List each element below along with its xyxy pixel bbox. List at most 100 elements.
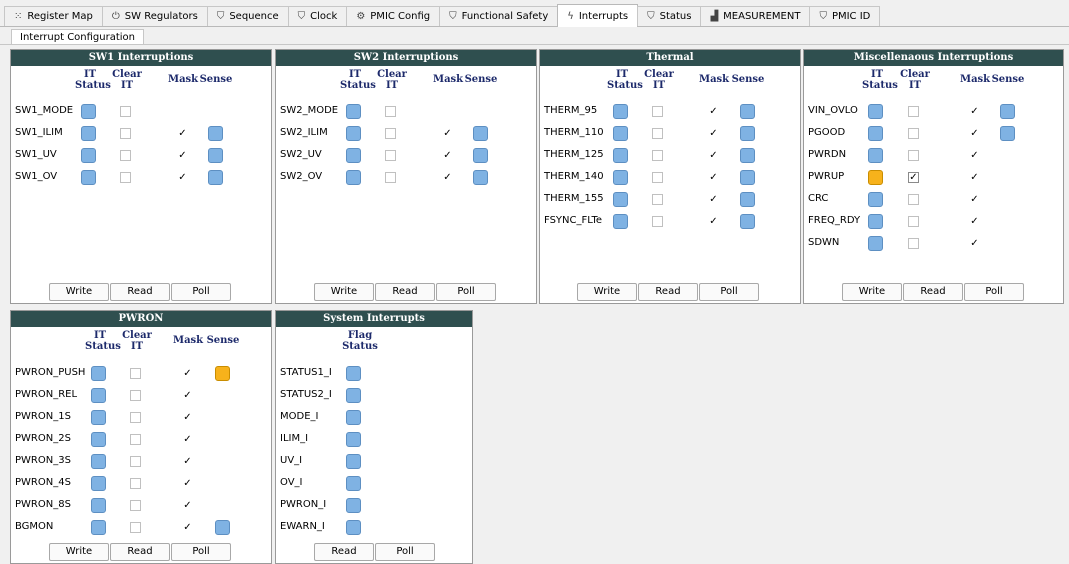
clear-it-checkbox[interactable]: ✓	[908, 172, 919, 183]
read-button[interactable]: Read	[375, 283, 435, 301]
mask-checkbox[interactable]: ✓	[182, 412, 193, 423]
flag-status-indicator	[346, 432, 361, 447]
mask-checkbox[interactable]: ✓	[708, 172, 719, 183]
clear-it-checkbox[interactable]	[652, 106, 663, 117]
clear-it-checkbox[interactable]	[130, 478, 141, 489]
mask-checkbox[interactable]: ✓	[708, 150, 719, 161]
interrupt-row-sw1-uv: SW1_UV ✓	[11, 146, 271, 166]
mask-checkbox[interactable]: ✓	[182, 522, 193, 533]
mask-checkbox[interactable]: ✓	[708, 194, 719, 205]
tab-pmic-id[interactable]: ⛉ PMIC ID	[809, 6, 881, 26]
write-button[interactable]: Write	[314, 283, 374, 301]
mask-checkbox[interactable]: ✓	[182, 478, 193, 489]
mask-checkbox[interactable]: ✓	[182, 390, 193, 401]
mask-checkbox[interactable]: ✓	[969, 216, 980, 227]
clear-it-checkbox[interactable]	[385, 150, 396, 161]
tab-sequence[interactable]: ⛉ Sequence	[206, 6, 289, 26]
mask-checkbox[interactable]: ✓	[969, 150, 980, 161]
write-button[interactable]: Write	[49, 543, 109, 561]
mask-checkbox[interactable]: ✓	[442, 128, 453, 139]
mask-checkbox[interactable]: ✓	[182, 456, 193, 467]
mask-checkbox[interactable]: ✓	[177, 172, 188, 183]
mask-checkbox[interactable]: ✓	[182, 434, 193, 445]
interrupt-row-sw2-mode: SW2_MODE	[276, 102, 536, 122]
poll-button[interactable]: Poll	[375, 543, 435, 561]
clear-it-checkbox[interactable]	[120, 128, 131, 139]
interrupt-label: THERM_125	[544, 149, 604, 160]
write-button[interactable]: Write	[842, 283, 902, 301]
column-header-sense: Sense	[731, 74, 765, 85]
clear-it-checkbox[interactable]	[130, 434, 141, 445]
clear-it-checkbox[interactable]	[652, 150, 663, 161]
mask-checkbox[interactable]: ✓	[969, 172, 980, 183]
mask-checkbox[interactable]: ✓	[442, 172, 453, 183]
clear-it-checkbox[interactable]	[908, 150, 919, 161]
clear-it-checkbox[interactable]	[120, 150, 131, 161]
tab-status[interactable]: ⛉ Status	[637, 6, 702, 26]
mask-checkbox[interactable]: ✓	[969, 238, 980, 249]
clear-it-checkbox[interactable]	[908, 128, 919, 139]
clear-it-checkbox[interactable]	[908, 238, 919, 249]
tab-pmic-config[interactable]: ⚙ PMIC Config	[346, 6, 441, 26]
tab-clock[interactable]: ⛉ Clock	[287, 6, 348, 26]
mask-checkbox[interactable]: ✓	[177, 128, 188, 139]
clear-it-checkbox[interactable]	[652, 128, 663, 139]
clear-it-checkbox[interactable]	[908, 106, 919, 117]
mask-checkbox[interactable]: ✓	[708, 106, 719, 117]
interrupt-row-vin-ovlo: VIN_OVLO ✓	[804, 102, 1063, 122]
poll-button[interactable]: Poll	[699, 283, 759, 301]
sense-indicator	[473, 126, 488, 141]
clear-it-checkbox[interactable]	[130, 500, 141, 511]
mask-checkbox[interactable]: ✓	[177, 150, 188, 161]
clear-it-checkbox[interactable]	[385, 106, 396, 117]
clear-it-checkbox[interactable]	[652, 216, 663, 227]
read-button[interactable]: Read	[638, 283, 698, 301]
read-button[interactable]: Read	[314, 543, 374, 561]
clear-it-checkbox[interactable]	[130, 522, 141, 533]
tab-measurement[interactable]: ▟ MEASUREMENT	[700, 6, 811, 26]
tab-interrupt-configuration[interactable]: Interrupt Configuration	[11, 29, 145, 45]
poll-button[interactable]: Poll	[171, 543, 231, 561]
interrupt-row-pwrdn: PWRDN ✓	[804, 146, 1063, 166]
mask-checkbox[interactable]: ✓	[182, 368, 193, 379]
tab-sw-regulators[interactable]: ⏻ SW Regulators	[101, 6, 208, 26]
clear-it-checkbox[interactable]	[385, 128, 396, 139]
interrupt-label: SW2_MODE	[280, 105, 339, 116]
mask-checkbox[interactable]: ✓	[969, 194, 980, 205]
tab-functional-safety[interactable]: ⛉ Functional Safety	[439, 6, 559, 26]
clear-it-checkbox[interactable]	[652, 194, 663, 205]
tab-register-map[interactable]: ⁙ Register Map	[4, 6, 103, 26]
poll-button[interactable]: Poll	[171, 283, 231, 301]
clear-it-checkbox[interactable]	[120, 106, 131, 117]
it-status-indicator	[613, 104, 628, 119]
clear-it-checkbox[interactable]	[908, 216, 919, 227]
clear-it-checkbox[interactable]	[130, 368, 141, 379]
mask-checkbox[interactable]: ✓	[969, 106, 980, 117]
mask-checkbox[interactable]: ✓	[708, 216, 719, 227]
read-button[interactable]: Read	[110, 283, 170, 301]
interrupt-label: SW1_UV	[15, 149, 57, 160]
clear-it-checkbox[interactable]	[908, 194, 919, 205]
write-button[interactable]: Write	[49, 283, 109, 301]
clear-it-checkbox[interactable]	[120, 172, 131, 183]
it-status-indicator	[91, 366, 106, 381]
write-button[interactable]: Write	[577, 283, 637, 301]
tab-interrupts[interactable]: ϟ Interrupts	[557, 4, 639, 27]
read-button[interactable]: Read	[903, 283, 963, 301]
clear-it-checkbox[interactable]	[652, 172, 663, 183]
clear-it-checkbox[interactable]	[130, 456, 141, 467]
poll-button[interactable]: Poll	[436, 283, 496, 301]
it-status-indicator	[613, 126, 628, 141]
clear-it-checkbox[interactable]	[130, 390, 141, 401]
mask-checkbox[interactable]: ✓	[442, 150, 453, 161]
interrupt-label: SDWN	[808, 237, 840, 248]
read-button[interactable]: Read	[110, 543, 170, 561]
sense-indicator	[740, 148, 755, 163]
clear-it-checkbox[interactable]	[385, 172, 396, 183]
poll-button[interactable]: Poll	[964, 283, 1024, 301]
mask-checkbox[interactable]: ✓	[182, 500, 193, 511]
mask-checkbox[interactable]: ✓	[969, 128, 980, 139]
mask-checkbox[interactable]: ✓	[708, 128, 719, 139]
shield-check-icon: ⛉	[647, 11, 655, 22]
clear-it-checkbox[interactable]	[130, 412, 141, 423]
